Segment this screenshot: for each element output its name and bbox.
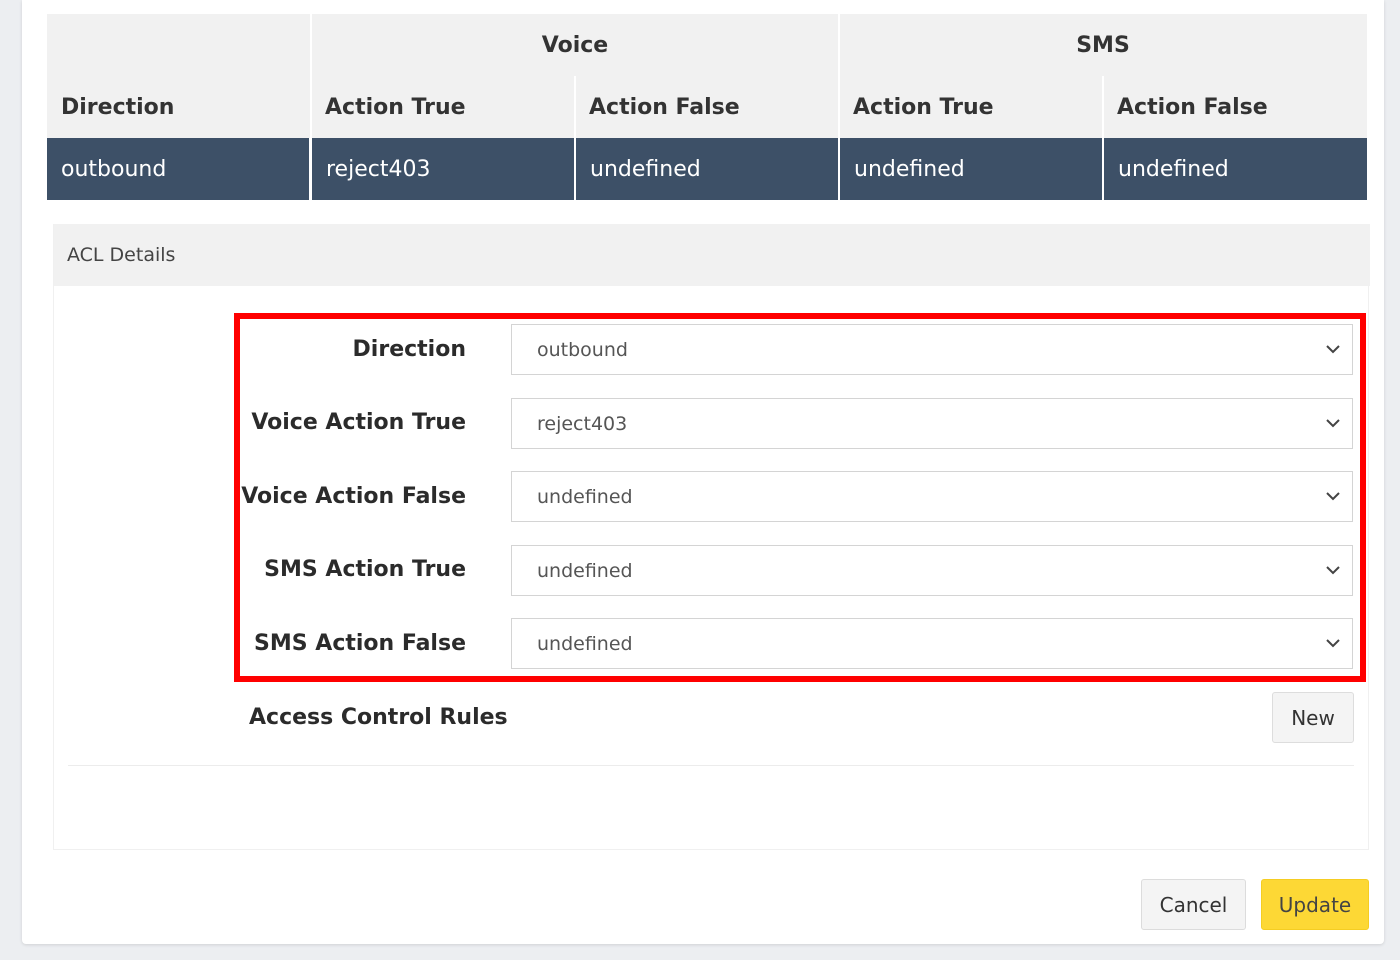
sms-action-false-label: SMS Action False [254, 631, 466, 656]
group-header-voice: Voice [541, 32, 609, 58]
acl-details-title: ACL Details [54, 224, 1370, 286]
table-cell-voice-action-false: undefined [576, 138, 838, 200]
sms-action-false-select[interactable]: undefined [511, 618, 1353, 669]
divider [68, 765, 1354, 766]
column-header-sms-action-true: Action True [853, 94, 994, 120]
chevron-down-icon [1326, 566, 1340, 575]
group-header-sms: SMS [1076, 32, 1130, 58]
table-row[interactable]: outbound reject403 undefined undefined u… [47, 138, 1367, 200]
column-header-direction: Direction [61, 94, 175, 120]
table-cell-sms-action-true: undefined [840, 138, 1102, 200]
voice-action-true-select-value: reject403 [537, 412, 628, 435]
column-header-voice-action-true: Action True [325, 94, 466, 120]
sms-action-true-label: SMS Action True [264, 557, 466, 582]
direction-label: Direction [352, 337, 466, 362]
new-rule-button[interactable]: New [1272, 692, 1354, 743]
table-cell-voice-action-true: reject403 [312, 138, 574, 200]
voice-action-true-select[interactable]: reject403 [511, 398, 1353, 449]
column-header-sms-action-false: Action False [1117, 94, 1268, 120]
voice-action-false-label: Voice Action False [241, 484, 466, 509]
sms-action-true-select-value: undefined [537, 559, 633, 582]
direction-select-value: outbound [537, 338, 628, 361]
cancel-button[interactable]: Cancel [1141, 879, 1246, 930]
voice-action-false-select[interactable]: undefined [511, 471, 1353, 522]
chevron-down-icon [1326, 639, 1340, 648]
direction-select[interactable]: outbound [511, 324, 1353, 375]
update-button[interactable]: Update [1261, 879, 1369, 930]
chevron-down-icon [1326, 419, 1340, 428]
table-header: Voice SMS Direction Action True Action F… [47, 14, 1367, 138]
chevron-down-icon [1326, 492, 1340, 501]
sms-action-false-select-value: undefined [537, 632, 633, 655]
column-header-voice-action-false: Action False [589, 94, 740, 120]
sms-action-true-select[interactable]: undefined [511, 545, 1353, 596]
chevron-down-icon [1326, 345, 1340, 354]
voice-action-true-label: Voice Action True [251, 410, 466, 435]
access-control-rules-title: Access Control Rules [249, 705, 508, 730]
voice-action-false-select-value: undefined [537, 485, 633, 508]
table-cell-sms-action-false: undefined [1104, 138, 1367, 200]
table-cell-direction: outbound [47, 138, 309, 200]
